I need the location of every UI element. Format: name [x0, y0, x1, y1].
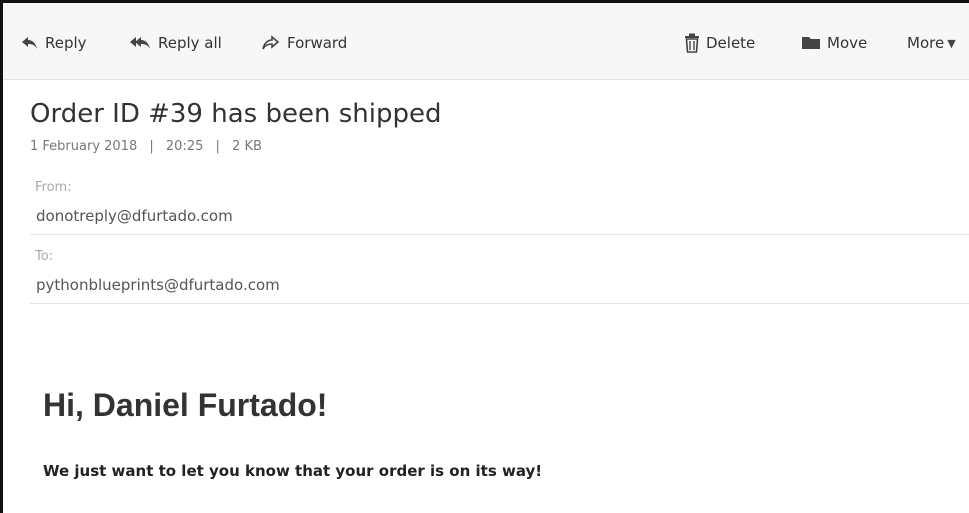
reply-label: Reply: [45, 34, 87, 52]
email-body-text: We just want to let you know that your o…: [43, 462, 543, 480]
reply-all-label: Reply all: [158, 34, 222, 52]
message-time: 20:25: [165, 139, 204, 154]
message-date: 1 February 2018: [30, 139, 138, 154]
forward-label: Forward: [287, 34, 348, 52]
message-meta: 1 February 2018 | 20:25 | 2 KB: [30, 139, 262, 154]
more-label: More: [907, 34, 945, 52]
forward-button[interactable]: Forward: [261, 33, 347, 53]
forward-icon: [261, 35, 281, 51]
from-address[interactable]: donotreply@dfurtado.com: [36, 207, 233, 225]
meta-separator: |: [149, 139, 154, 154]
email-greeting: Hi, Daniel Furtado!: [43, 387, 328, 423]
divider: [30, 303, 969, 304]
delete-button[interactable]: Delete: [684, 33, 755, 53]
more-button[interactable]: More ▼: [907, 33, 956, 53]
reply-all-icon: [130, 35, 152, 51]
reply-button[interactable]: Reply: [21, 33, 87, 53]
from-label: From:: [35, 180, 72, 195]
caret-down-icon: ▼: [947, 36, 956, 50]
message-subject: Order ID #39 has been shipped: [30, 99, 442, 129]
reply-icon: [21, 35, 39, 51]
message-size: 2 KB: [232, 139, 262, 154]
move-button[interactable]: Move: [801, 33, 867, 53]
divider: [30, 234, 969, 235]
delete-label: Delete: [706, 34, 756, 52]
move-label: Move: [827, 34, 868, 52]
message-toolbar: Reply Reply all Forward Delete Move More…: [3, 3, 969, 80]
reply-all-button[interactable]: Reply all: [130, 33, 222, 53]
message-view: Reply Reply all Forward Delete Move More…: [0, 0, 969, 513]
trash-icon: [684, 33, 700, 53]
meta-separator: |: [215, 139, 220, 154]
to-address[interactable]: pythonblueprints@dfurtado.com: [36, 276, 280, 294]
folder-icon: [801, 35, 821, 51]
to-label: To:: [35, 249, 54, 264]
